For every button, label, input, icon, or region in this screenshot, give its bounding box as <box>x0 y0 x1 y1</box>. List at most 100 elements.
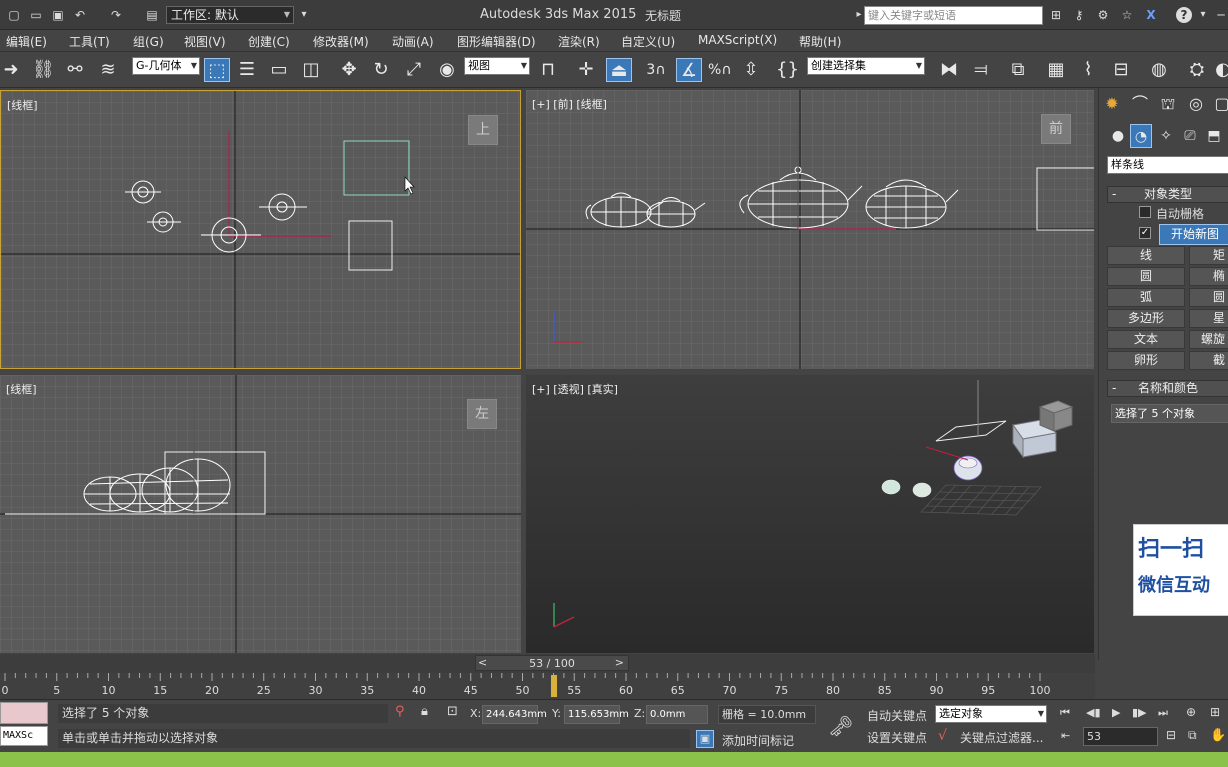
track-bar[interactable]: 0 5 10 15 20 25 30 35 40 45 50 55 60 65 70 75 80 85 90 95 10… <box>0 673 1095 699</box>
prev-key-icon[interactable]: ◀▮ <box>1086 706 1101 719</box>
ngon-button[interactable]: 多边形 <box>1107 309 1185 328</box>
menu-help[interactable]: 帮助(H) <box>799 33 841 50</box>
angle-snap-icon[interactable]: ∡ <box>676 58 702 82</box>
workspace-select[interactable]: 工作区: 默认 ▼ <box>166 6 294 24</box>
spinner-snap-icon[interactable]: ⇳ <box>740 58 762 82</box>
maximize-toggle-icon[interactable]: ⧉ <box>1188 728 1197 743</box>
z-coord-field[interactable]: 0.0mm <box>646 705 708 724</box>
arc-button[interactable]: 弧 <box>1107 288 1185 307</box>
percent-snap-icon[interactable]: %∩ <box>708 58 732 82</box>
menu-edit[interactable]: 编辑(E) <box>6 33 47 50</box>
rectangle-button[interactable]: 矩 <box>1189 246 1228 265</box>
menu-modifiers[interactable]: 修改器(M) <box>313 33 369 50</box>
select-by-name-icon[interactable]: ☰ <box>236 58 258 82</box>
exchange-icon[interactable]: X <box>1143 7 1159 23</box>
pan-icon[interactable]: ✋ <box>1210 728 1226 743</box>
name-color-rollout[interactable]: - 名称和颜色 <box>1107 380 1228 397</box>
rotate-icon[interactable]: ↻ <box>370 58 392 82</box>
menu-graph-editors[interactable]: 图形编辑器(D) <box>457 33 536 50</box>
display-tab-icon[interactable]: ▢ <box>1211 92 1228 116</box>
selection-filter-select[interactable]: G-几何体 ▼ <box>132 57 200 75</box>
auto-key-button[interactable]: 自动关键点 <box>867 707 927 724</box>
scale-icon[interactable]: ⤢ <box>403 58 425 82</box>
reference-coord-select[interactable]: 视图 ▼ <box>464 57 530 75</box>
viewcube[interactable]: 前 <box>1041 114 1071 144</box>
shapes-icon[interactable]: ◔ <box>1130 124 1152 148</box>
auto-grid-checkbox[interactable] <box>1139 206 1151 218</box>
viewport-label[interactable]: [线框] <box>7 97 38 113</box>
geometry-icon[interactable]: ● <box>1107 124 1129 148</box>
layer-manager-icon[interactable]: ⧉ <box>1007 58 1029 82</box>
keyword-search-input[interactable]: 键入关键字或短语 <box>864 6 1043 25</box>
rect-selection-region-icon[interactable]: ▭ <box>268 58 290 82</box>
set-key-button[interactable]: 设置关键点 <box>867 729 927 746</box>
play-icon[interactable]: ▶ <box>1112 706 1120 719</box>
bind-space-warp-icon[interactable]: ≋ <box>97 58 119 82</box>
edit-named-selection-icon[interactable]: {} <box>776 58 799 82</box>
redo-icon[interactable]: ↷ <box>108 7 124 23</box>
viewport-label[interactable]: [线框] <box>6 381 37 397</box>
select-object-icon[interactable]: ⬚ <box>204 58 230 82</box>
help-menu-arrow-icon[interactable]: ▾ <box>1195 7 1211 23</box>
mirror-icon[interactable]: ⧓ <box>938 58 960 82</box>
zoom-extents-icon[interactable]: ⊕ <box>1186 705 1196 719</box>
window-crossing-icon[interactable]: ◫ <box>300 58 322 82</box>
render-setup-icon[interactable]: ⛭ <box>1186 58 1208 82</box>
modify-tab-icon[interactable]: ⌒ <box>1129 92 1151 116</box>
time-tag-icon[interactable]: ▣ <box>696 730 714 748</box>
helpers-icon[interactable]: ⬒ <box>1203 124 1225 148</box>
project-folder-icon[interactable]: ▤ <box>144 7 160 23</box>
next-key-icon[interactable]: ▮▶ <box>1132 706 1147 719</box>
open-file-icon[interactable]: ▭ <box>28 7 44 23</box>
menu-customize[interactable]: 自定义(U) <box>621 33 675 50</box>
new-file-icon[interactable]: ▢ <box>6 7 22 23</box>
shape-category-select[interactable]: 样条线 <box>1107 156 1228 174</box>
start-new-shape-checkbox[interactable]: ✓ <box>1139 227 1151 239</box>
menu-maxscript[interactable]: MAXScript(X) <box>698 33 777 47</box>
undo-icon[interactable]: ↶ <box>72 7 88 23</box>
curve-editor-icon[interactable]: ⌇ <box>1077 58 1099 82</box>
lights-icon[interactable]: ✧ <box>1155 124 1177 148</box>
selection-lock-icon[interactable]: 🔒︎ <box>421 704 428 719</box>
pivot-center-icon[interactable]: ⊓ <box>537 58 559 82</box>
viewcube[interactable] <box>1036 395 1076 435</box>
time-config-icon[interactable]: ⊟ <box>1166 728 1176 742</box>
menu-group[interactable]: 组(G) <box>133 33 164 50</box>
star-button[interactable]: 星 <box>1189 309 1228 328</box>
schematic-view-icon[interactable]: ⊟ <box>1110 58 1132 82</box>
star-icon[interactable]: ☆ <box>1119 7 1135 23</box>
wrench-icon[interactable]: ⚙ <box>1095 7 1111 23</box>
key-icon[interactable]: ⚷ <box>1071 7 1087 23</box>
key-mode-icon[interactable]: ⇤ <box>1061 729 1070 742</box>
keyboard-shortcut-toggle-icon[interactable]: ⏏ <box>606 58 632 82</box>
create-tab-icon[interactable]: ✹ <box>1101 92 1123 116</box>
render-frame-icon[interactable]: ◐ <box>1212 58 1228 82</box>
viewport-label[interactable]: [+] [前] [线框] <box>532 96 607 112</box>
menu-create[interactable]: 创建(C) <box>248 33 290 50</box>
key-filters-button[interactable]: 关键点过滤器... <box>960 729 1043 746</box>
cameras-icon[interactable]: ⎚ <box>1179 124 1201 148</box>
text-button[interactable]: 文本 <box>1107 330 1185 349</box>
viewport-perspective[interactable]: [+] [透视] [真实] <box>526 375 1094 653</box>
menu-rendering[interactable]: 渲染(R) <box>558 33 600 50</box>
scene-explorer-icon[interactable]: ▦ <box>1045 58 1067 82</box>
viewport-left[interactable]: [线框] 左 <box>0 375 521 653</box>
key-target-select[interactable]: 选定对象 ▼ <box>935 705 1047 723</box>
line-button[interactable]: 线 <box>1107 246 1185 265</box>
current-frame-marker[interactable] <box>550 675 557 697</box>
circle-button[interactable]: 圆 <box>1107 267 1185 286</box>
unlink-icon[interactable]: ⚯ <box>64 58 86 82</box>
viewport-top[interactable]: [线框] 上 <box>0 90 521 369</box>
menu-views[interactable]: 视图(V) <box>184 33 226 50</box>
place-icon[interactable]: ◉ <box>436 58 458 82</box>
hierarchy-tab-icon[interactable]: ⛫ <box>1157 92 1179 116</box>
zoom-icon[interactable]: ⊞ <box>1210 705 1220 719</box>
current-frame-field[interactable]: 53 <box>1083 727 1158 746</box>
maxscript-listener-top[interactable] <box>0 702 48 724</box>
absolute-mode-icon[interactable]: ⊡ <box>447 704 458 719</box>
material-editor-icon[interactable]: ◍ <box>1148 58 1170 82</box>
arrow-icon[interactable]: ➜ <box>0 58 22 82</box>
isolate-selection-icon[interactable]: ⚲ <box>395 704 405 719</box>
object-type-rollout[interactable]: - 对象类型 <box>1107 186 1228 203</box>
time-slider[interactable]: < 53 / 100 > <box>475 655 629 671</box>
